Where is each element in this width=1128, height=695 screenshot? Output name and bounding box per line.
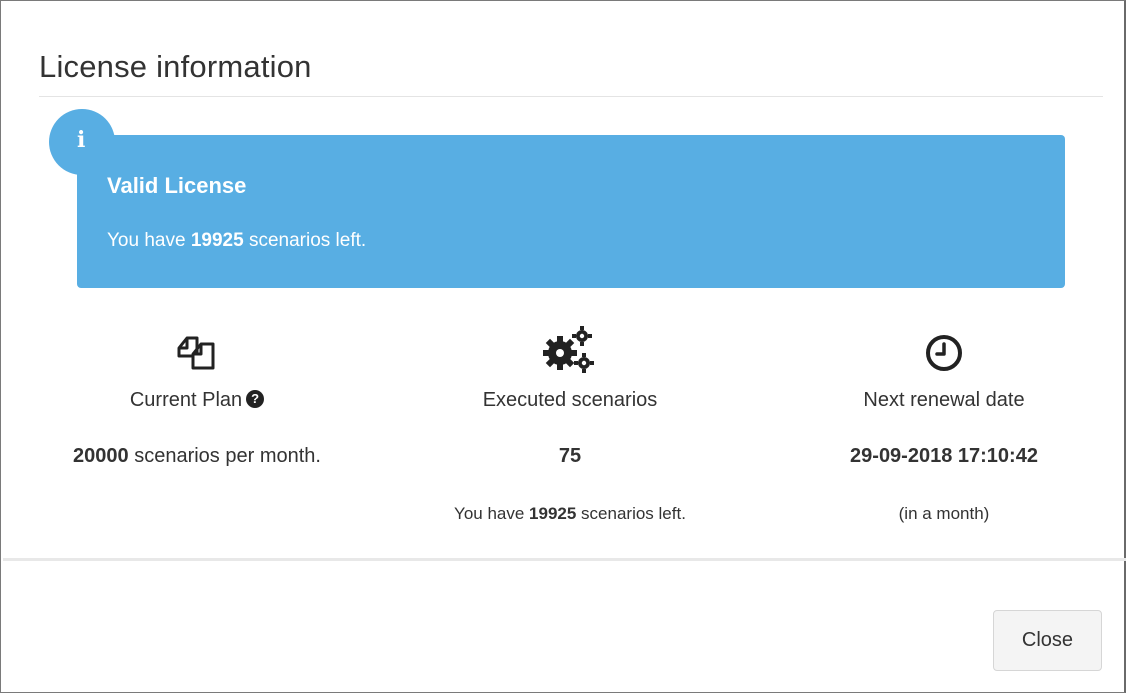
remaining-count: 19925 [529,504,577,523]
footer-divider [3,558,1126,561]
renewal-date-label: Next renewal date [863,389,1025,411]
current-plan-value: 20000 scenarios per month. [17,443,377,469]
clock-icon [764,321,1124,377]
info-glyph: i [77,127,86,153]
current-plan-label-text: Current Plan [129,389,243,411]
renewal-datetime: 29-09-2018 17:10:42 [850,445,1038,467]
executed-scenarios-label: Executed scenarios [482,389,658,411]
executed-scenarios-value: 75 [390,443,750,469]
renewal-relative-time: (in a month) [898,504,990,523]
plan-value-suffix: scenarios per month. [128,445,321,467]
close-button[interactable]: Close [993,610,1102,671]
license-modal: License information i Valid License You … [0,0,1126,693]
executed-count: 75 [558,445,582,467]
info-icon: i [49,109,115,175]
question-circle-icon[interactable]: ? [246,389,265,408]
title-divider [39,96,1103,97]
renewal-date-value: 29-09-2018 17:10:42 [764,443,1124,469]
license-callout [77,135,1065,288]
callout-text: You have 19925 scenarios left. [107,230,366,252]
callout-text-suffix: scenarios left. [243,230,367,251]
callout-text-prefix: You have [107,230,191,251]
renewal-date-stat: Next renewal date 29-09-2018 17:10:42 (i… [764,321,1124,526]
remaining-prefix: You have [454,504,530,523]
plan-scenario-count: 20000 [73,445,129,467]
executed-scenarios-remaining: You have 19925 scenarios left. [390,502,750,526]
gears-icon [390,321,750,377]
copy-files-icon [17,321,377,377]
callout-title: Valid License [107,173,247,198]
remaining-suffix: scenarios left. [576,504,686,523]
callout-remaining-count: 19925 [190,230,244,251]
current-plan-stat: Current Plan? 20000 scenarios per month. [17,321,377,469]
current-plan-label: Current Plan? [17,387,377,413]
executed-scenarios-stat: Executed scenarios 75 You have 19925 sce… [390,321,750,526]
modal-title: License information [39,49,312,84]
